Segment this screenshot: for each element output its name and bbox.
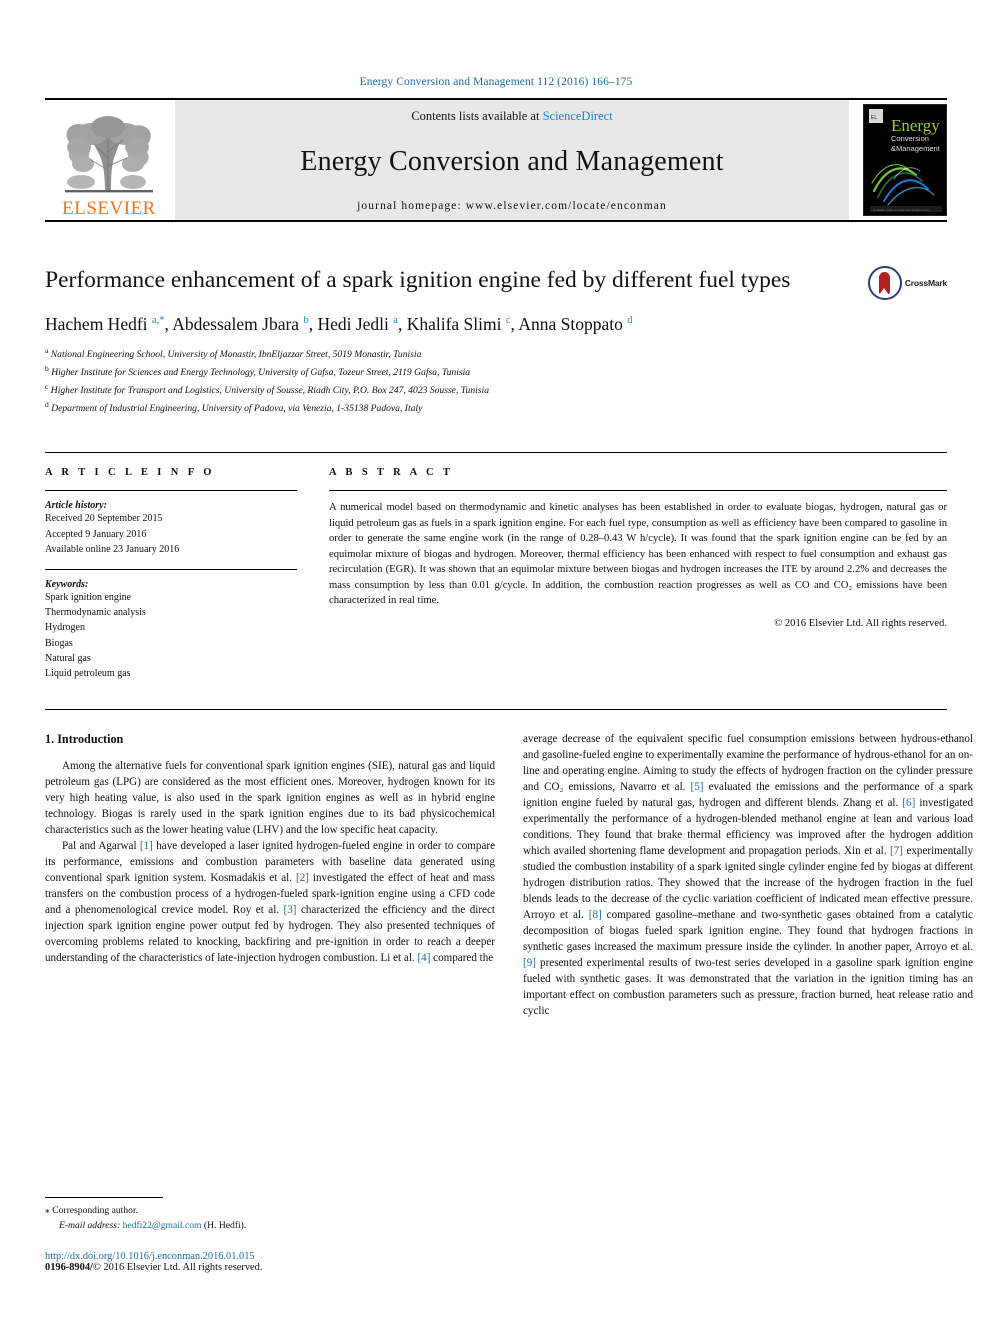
- citation-link[interactable]: [7]: [890, 845, 903, 857]
- article-info-column: A R T I C L E I N F O Article history: R…: [45, 467, 297, 681]
- page-title: Performance enhancement of a spark ignit…: [45, 267, 791, 293]
- svg-text:&Management: &Management: [891, 144, 941, 153]
- journal-masthead: ELSEVIER Contents lists available at Sci…: [45, 98, 947, 220]
- body-paragraph: average decrease of the equivalent speci…: [523, 733, 973, 1017]
- keywords-list: Spark ignition engine Thermodynamic analy…: [45, 590, 297, 681]
- contents-prefix: Contents lists available at: [411, 109, 543, 123]
- right-column-paragraphs: average decrease of the equivalent speci…: [523, 732, 973, 1019]
- paper-page: Energy Conversion and Management 112 (20…: [0, 0, 992, 1323]
- corresponding-author-note: ⁎ Corresponding author.: [45, 1204, 495, 1218]
- elsevier-wordmark: ELSEVIER: [62, 198, 156, 219]
- cover-title-energy: Energy: [891, 116, 940, 135]
- page-footnote: ⁎ Corresponding author. E-mail address: …: [45, 1197, 495, 1273]
- affiliation-d: d Department of Industrial Engineering, …: [45, 399, 423, 414]
- corresponding-marker: ⁎: [45, 1205, 50, 1217]
- history-item: Available online 23 January 2016: [45, 543, 180, 555]
- citation-link[interactable]: [5]: [691, 781, 704, 793]
- divider: [329, 490, 947, 492]
- email-label: E-mail address:: [59, 1219, 121, 1231]
- keywords-label: Keywords:: [45, 578, 89, 590]
- keyword-item: Biogas: [45, 637, 73, 649]
- journal-title: Energy Conversion and Management: [300, 146, 724, 177]
- svg-text:Conversion: Conversion: [891, 134, 929, 143]
- crossmark-badge[interactable]: CrossMark: [867, 266, 947, 300]
- crossmark-label: CrossMark: [904, 278, 947, 288]
- keyword-item: Thermodynamic analysis: [45, 607, 146, 619]
- citation-link[interactable]: [4]: [417, 952, 430, 964]
- cover-artwork: EL Energy Conversion &Management availab…: [864, 105, 946, 215]
- history-item: Accepted 9 January 2016: [45, 528, 147, 540]
- author-list: Hachem Hedfi a,*, Abdessalem Jbara b, He…: [45, 313, 633, 334]
- title-block: Performance enhancement of a spark ignit…: [45, 266, 947, 416]
- article-body: 1. Introduction Among the alternative fu…: [45, 709, 973, 1179]
- affiliation-a: a National Engineering School, Universit…: [45, 346, 422, 361]
- issn-number: 0196-8904/: [45, 1262, 93, 1273]
- doi-block: http://dx.doi.org/10.1016/j.enconman.201…: [45, 1251, 495, 1273]
- sciencedirect-link[interactable]: ScienceDirect: [543, 109, 613, 123]
- history-item: Received 20 September 2015: [45, 513, 163, 525]
- footnote-rule: [45, 1197, 163, 1199]
- body-column-right: average decrease of the equivalent speci…: [523, 732, 973, 1179]
- body-paragraph: Pal and Agarwal [1] have developed a las…: [45, 839, 495, 964]
- email-link[interactable]: hedfi22@gmail.com: [123, 1220, 202, 1231]
- abstract-column: A B S T R A C T A numerical model based …: [329, 467, 947, 681]
- elsevier-tree-icon: [65, 116, 153, 193]
- citation-link[interactable]: [8]: [589, 909, 602, 921]
- affiliation-c: c Higher Institute for Transport and Log…: [45, 381, 489, 397]
- article-history-label: Article history:: [45, 500, 107, 512]
- crossmark-icon: [867, 266, 902, 300]
- affiliation-b: b Higher Institute for Sciences and Ener…: [45, 364, 471, 379]
- abstract-heading: A B S T R A C T: [329, 467, 454, 479]
- journal-banner: Contents lists available at ScienceDirec…: [175, 100, 849, 220]
- journal-homepage-link[interactable]: journal homepage: www.elsevier.com/locat…: [357, 200, 667, 212]
- affiliation-list: a National Engineering School, Universit…: [45, 345, 947, 416]
- email-suffix: (H. Hedfi).: [203, 1219, 247, 1231]
- section-heading-introduction: 1. Introduction: [45, 732, 124, 747]
- article-info-heading: A R T I C L E I N F O: [45, 467, 215, 479]
- divider: [45, 568, 297, 570]
- elsevier-logo: ELSEVIER: [45, 100, 173, 220]
- citation-link[interactable]: [6]: [902, 797, 915, 809]
- citation-link[interactable]: [1]: [140, 840, 153, 852]
- keyword-item: Spark ignition engine: [45, 591, 132, 603]
- info-abstract-block: A R T I C L E I N F O Article history: R…: [45, 452, 947, 681]
- issn-line: 0196-8904/© 2016 Elsevier Ltd. All right…: [45, 1262, 495, 1273]
- citation-link[interactable]: [2]: [296, 872, 309, 884]
- svg-text:available online at www.scienc: available online at www.sciencedirect.co…: [873, 208, 930, 212]
- citation-link[interactable]: [3]: [284, 904, 297, 916]
- keyword-item: Hydrogen: [45, 622, 85, 634]
- body-paragraph: Among the alternative fuels for conventi…: [45, 760, 495, 836]
- issn-rights: © 2016 Elsevier Ltd. All rights reserved…: [92, 1262, 263, 1273]
- abstract-text: A numerical model based on thermodynamic…: [329, 502, 947, 607]
- keyword-item: Liquid petroleum gas: [45, 667, 131, 679]
- keyword-item: Natural gas: [45, 652, 91, 664]
- left-column-paragraphs: Among the alternative fuels for conventi…: [45, 759, 495, 967]
- citation-link[interactable]: [9]: [523, 957, 536, 969]
- journal-cover-cell: EL Energy Conversion &Management availab…: [849, 100, 947, 220]
- email-note: E-mail address: hedfi22@gmail.com (H. He…: [45, 1219, 495, 1233]
- divider: [45, 490, 297, 492]
- body-column-left: 1. Introduction Among the alternative fu…: [45, 732, 495, 1179]
- article-history-list: Received 20 September 2015 Accepted 9 Jan…: [45, 511, 297, 557]
- svg-text:EL: EL: [871, 115, 877, 121]
- running-head: Energy Conversion and Management 112 (20…: [359, 76, 633, 88]
- corresponding-label: Corresponding author.: [52, 1205, 139, 1217]
- abstract-copyright: © 2016 Elsevier Ltd. All rights reserved…: [774, 617, 947, 629]
- contents-available-line: Contents lists available at ScienceDirec…: [411, 109, 612, 124]
- masthead-bottom-rule: [45, 220, 947, 222]
- doi-link[interactable]: http://dx.doi.org/10.1016/j.enconman.201…: [45, 1251, 495, 1262]
- journal-cover-thumbnail: EL Energy Conversion &Management availab…: [863, 104, 947, 216]
